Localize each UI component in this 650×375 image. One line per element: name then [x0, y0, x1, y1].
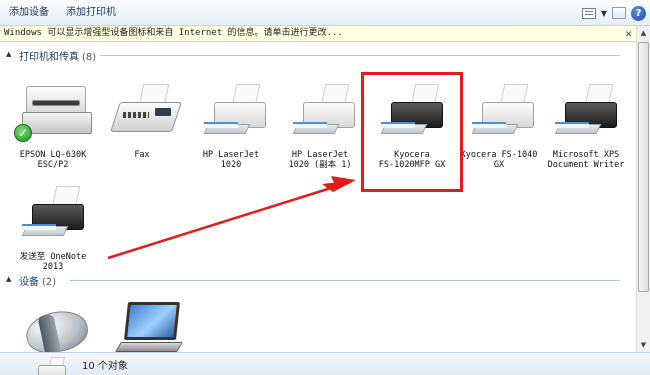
- device-item[interactable]: [108, 300, 190, 352]
- printer-item[interactable]: Fax: [101, 80, 183, 160]
- preview-pane-icon[interactable]: [612, 7, 626, 19]
- section-title: 设备: [19, 277, 39, 288]
- collapse-triangle-icon[interactable]: ▲: [6, 275, 11, 283]
- printer-label: HP LaserJet 1020 (副本 1): [288, 150, 352, 170]
- default-printer-check-icon: ✓: [14, 124, 32, 142]
- device-item[interactable]: [18, 300, 100, 352]
- printer-item[interactable]: Kyocera FS-1040 GX: [458, 80, 540, 170]
- add-device-button[interactable]: 添加设备: [6, 4, 52, 21]
- section-divider: [100, 55, 620, 56]
- command-bar: 添加设备 添加打印机 ▼ ?: [0, 0, 650, 26]
- printer-icon: [12, 182, 94, 252]
- help-icon[interactable]: ?: [631, 5, 646, 21]
- close-icon[interactable]: ✕: [625, 26, 632, 41]
- printer-item[interactable]: 发送至 OneNote 2013: [12, 182, 94, 272]
- printer-item[interactable]: HP LaserJet 1020 (副本 1): [279, 80, 361, 170]
- printer-icon: [545, 80, 627, 150]
- section-title: 打印机和传真: [19, 52, 79, 63]
- add-printer-button[interactable]: 添加打印机: [63, 4, 119, 21]
- status-bar: 10 个对象: [0, 352, 650, 375]
- view-options-icon[interactable]: [581, 7, 596, 19]
- printer-icon: [458, 80, 540, 150]
- printer-label: Fax: [134, 150, 150, 160]
- printer-item[interactable]: Microsoft XPS Document Writer: [545, 80, 627, 170]
- section-header-printers[interactable]: ▲ 打印机和传真 (8): [0, 48, 630, 63]
- collapse-triangle-icon[interactable]: ▲: [6, 50, 11, 58]
- devices-and-printers-window: 添加设备 添加打印机 ▼ ? Windows 可以显示增强型设备图标和来自 In…: [0, 0, 650, 375]
- scroll-down-icon[interactable]: ▼: [637, 338, 650, 352]
- printer-item[interactable]: HP LaserJet 1020: [190, 80, 272, 170]
- printer-label: EPSON LQ-630K ESC/P2: [19, 150, 87, 170]
- toolbar-right-icons: ▼ ?: [581, 4, 646, 22]
- vertical-scrollbar[interactable]: ▲ ▼: [636, 26, 650, 352]
- section-header-devices[interactable]: ▲ 设备 (2): [0, 273, 630, 288]
- annotation-highlight-box: [361, 72, 463, 192]
- chevron-down-icon[interactable]: ▼: [601, 9, 607, 18]
- info-bar-text: Windows 可以显示增强型设备图标和来自 Internet 的信息。请单击进…: [4, 28, 343, 38]
- printer-label: 发送至 OneNote 2013: [19, 252, 87, 272]
- object-count: 10 个对象: [82, 361, 128, 372]
- scrollbar-thumb[interactable]: [638, 42, 649, 292]
- section-count: (8): [82, 52, 97, 63]
- printer-icon: [279, 80, 361, 150]
- printer-label: Kyocera FS-1040 GX: [460, 150, 538, 170]
- laptop-icon: [108, 300, 190, 352]
- printer-label: Microsoft XPS Document Writer: [547, 150, 625, 170]
- fax-icon: [101, 80, 183, 150]
- printer-item[interactable]: ✓ EPSON LQ-630K ESC/P2: [12, 80, 94, 170]
- epson-printer-icon: ✓: [12, 80, 94, 150]
- printer-icon: [190, 80, 272, 150]
- section-count: (2): [42, 277, 57, 288]
- mouse-icon: [18, 300, 100, 352]
- printer-icon: [30, 355, 70, 375]
- scroll-up-icon[interactable]: ▲: [637, 26, 650, 40]
- section-divider: [70, 280, 620, 281]
- printer-label: HP LaserJet 1020: [202, 150, 260, 170]
- info-bar[interactable]: Windows 可以显示增强型设备图标和来自 Internet 的信息。请单击进…: [0, 26, 636, 42]
